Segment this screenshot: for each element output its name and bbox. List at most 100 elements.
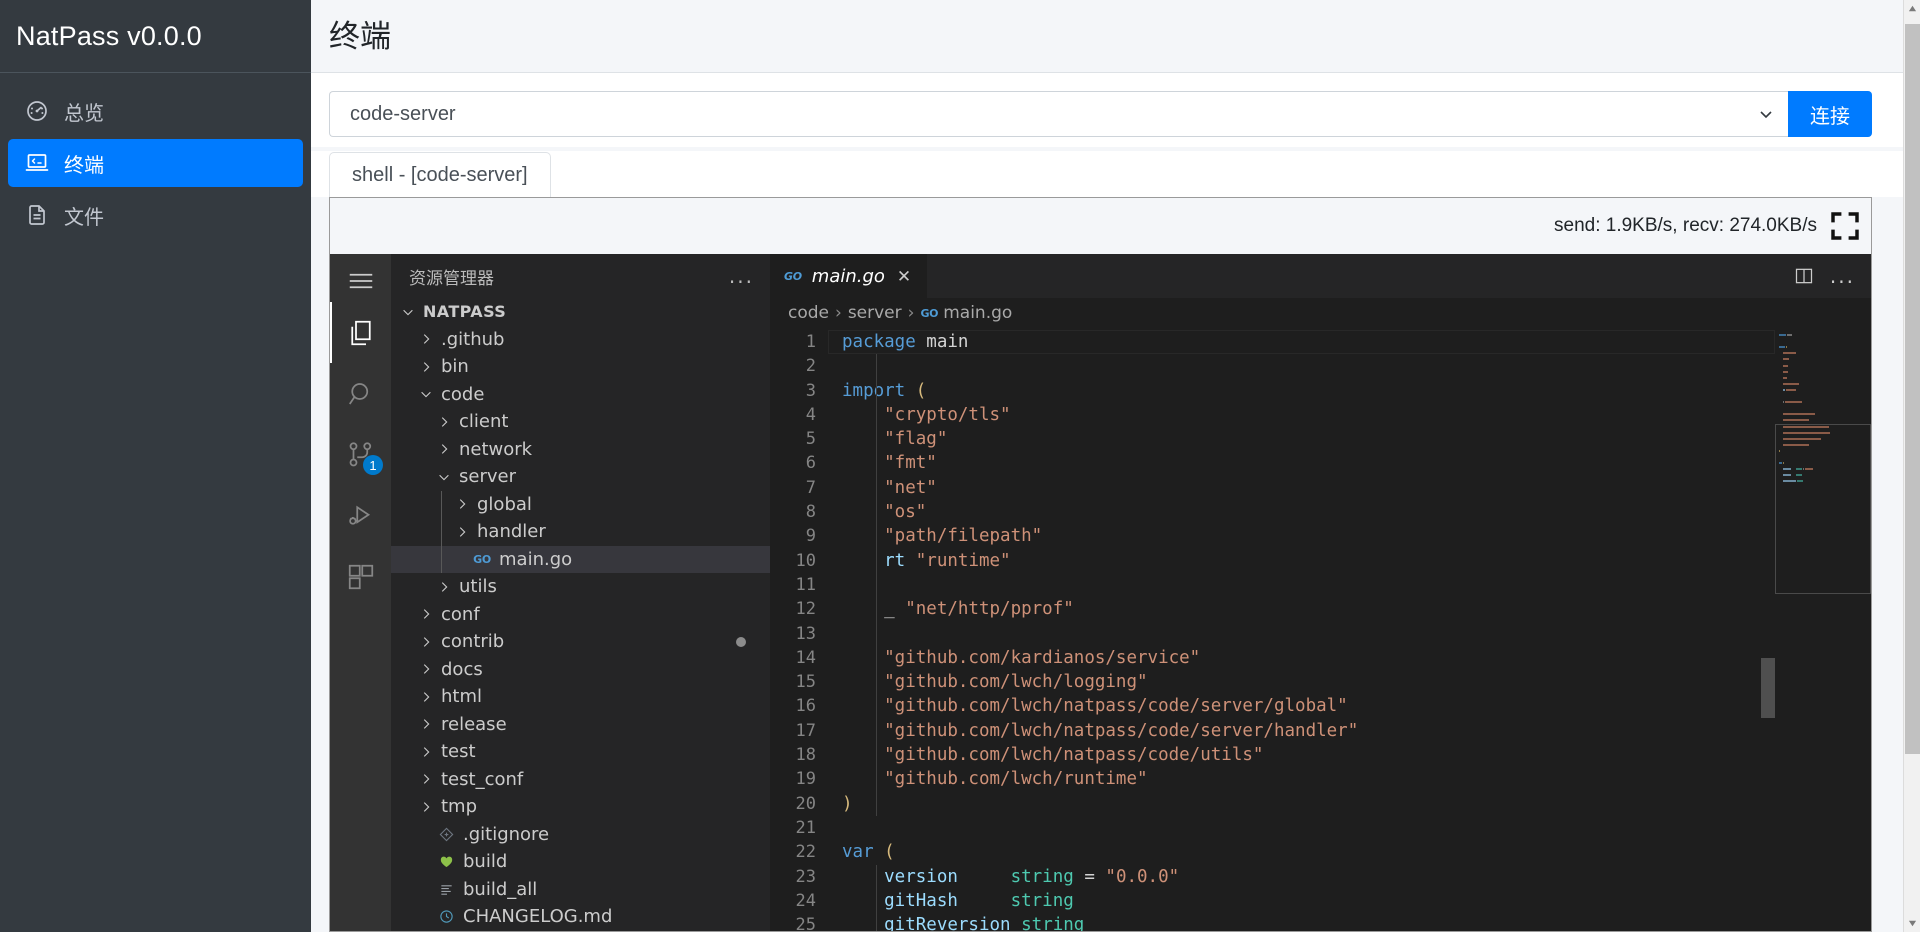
split-editor-icon[interactable] [1794, 266, 1814, 286]
tree-folder[interactable]: docs [391, 656, 770, 684]
code-token: "github.com/lwch/natpass/code/server/han… [842, 721, 1358, 741]
code-token: ( [884, 842, 895, 862]
chevron-right-icon[interactable] [417, 330, 435, 348]
tree-folder[interactable]: html [391, 683, 770, 711]
code-token: ( [916, 381, 927, 401]
target-select[interactable]: code-server [329, 91, 1788, 137]
chevron-right-icon[interactable] [417, 660, 435, 678]
line-number: 11 [770, 573, 816, 597]
extensions-icon[interactable] [330, 546, 391, 607]
scroll-up-arrow[interactable] [1904, 0, 1920, 17]
tree-root-folder[interactable]: NATPASS [391, 298, 770, 326]
line-number-gutter: 1234567891011121314151617181920212223242… [770, 328, 828, 931]
chevron-right-icon[interactable] [417, 798, 435, 816]
chevron-right-icon[interactable] [417, 743, 435, 761]
editor-minimap[interactable] [1775, 328, 1871, 931]
explorer-icon[interactable] [330, 302, 391, 363]
fullscreen-icon[interactable] [1829, 210, 1861, 242]
scroll-down-arrow[interactable] [1904, 915, 1920, 932]
editor-scrollbar-thumb[interactable] [1761, 658, 1775, 718]
run-debug-icon[interactable] [330, 485, 391, 546]
tree-folder[interactable]: server [391, 463, 770, 491]
code-viewport[interactable]: package main import ( "crypto/tls" "flag… [828, 328, 1775, 931]
tree-folder[interactable]: code [391, 381, 770, 409]
chevron-right-icon[interactable] [417, 770, 435, 788]
tree-folder[interactable]: bin [391, 353, 770, 381]
editor-tab-main-go[interactable]: GO main.go ✕ [770, 254, 927, 298]
minimap-line [1783, 462, 1784, 464]
tree-file[interactable]: GOmain.go [391, 546, 770, 574]
breadcrumb-item[interactable]: GOmain.go [920, 303, 1012, 323]
page-title: 终端 [329, 16, 1896, 58]
explorer-header: 资源管理器 ... [391, 254, 770, 298]
minimap-line [1783, 426, 1829, 428]
tree-file[interactable]: CHANGELOG.md [391, 903, 770, 931]
minimap-line [1783, 419, 1809, 421]
tree-file[interactable]: .gitignore [391, 821, 770, 849]
terminal-panel: send: 1.9KB/s, recv: 274.0KB/s [329, 197, 1872, 932]
connection-bar: code-server 连接 [311, 73, 1920, 147]
minimap-line [1783, 377, 1787, 379]
breadcrumb-item[interactable]: server [848, 303, 902, 323]
code-line: "fmt" [842, 451, 1775, 475]
breadcrumb-separator: › [835, 303, 842, 323]
chevron-right-icon[interactable] [417, 633, 435, 651]
page-scrollbar[interactable] [1903, 0, 1920, 932]
line-number: 8 [770, 500, 816, 524]
tree-folder[interactable]: handler [391, 518, 770, 546]
chevron-right-icon[interactable] [435, 413, 453, 431]
tree-folder[interactable]: global [391, 491, 770, 519]
tree-folder[interactable]: release [391, 711, 770, 739]
minimap-slider[interactable] [1775, 424, 1871, 594]
close-icon[interactable]: ✕ [895, 267, 913, 287]
tree-folder[interactable]: test_conf [391, 766, 770, 794]
minimap-line [1783, 389, 1785, 391]
minimap-line [1779, 462, 1782, 464]
tree-file[interactable]: build_all [391, 876, 770, 904]
chevron-right-icon[interactable] [435, 578, 453, 596]
file-type-icon: GO [471, 553, 493, 566]
code-line: "github.com/lwch/logging" [842, 670, 1775, 694]
line-number: 2 [770, 354, 816, 378]
more-actions-icon[interactable]: ... [1830, 264, 1855, 288]
line-number: 24 [770, 889, 816, 913]
hamburger-icon[interactable] [330, 260, 391, 302]
no-twisty [453, 550, 471, 568]
code-line: "github.com/kardianos/service" [842, 646, 1775, 670]
chevron-down-icon[interactable] [417, 385, 435, 403]
tree-folder[interactable]: tmp [391, 793, 770, 821]
breadcrumb-item[interactable]: code [788, 303, 829, 323]
explorer-more-icon[interactable]: ... [729, 264, 754, 288]
breadcrumb-label: main.go [943, 303, 1012, 323]
sidebar-item-files[interactable]: 文件 [8, 191, 303, 239]
chevron-right-icon[interactable] [417, 358, 435, 376]
tree-folder[interactable]: contrib [391, 628, 770, 656]
chevron-right-icon[interactable] [417, 688, 435, 706]
connect-button[interactable]: 连接 [1788, 91, 1872, 137]
source-control-icon[interactable]: 1 [330, 424, 391, 485]
chevron-right-icon[interactable] [453, 523, 471, 541]
sidebar-item-terminal[interactable]: 终端 [8, 139, 303, 187]
search-icon[interactable] [330, 363, 391, 424]
tree-folder[interactable]: client [391, 408, 770, 436]
tree-file[interactable]: build [391, 848, 770, 876]
chevron-right-icon[interactable] [417, 715, 435, 733]
chevron-right-icon[interactable] [435, 440, 453, 458]
target-select-value: code-server [330, 103, 456, 126]
vscode-embed: 1 资源管理器 . [330, 254, 1871, 931]
tree-folder[interactable]: conf [391, 601, 770, 629]
tree-folder[interactable]: network [391, 436, 770, 464]
tree-folder[interactable]: .github [391, 326, 770, 354]
minimap-line [1783, 358, 1789, 360]
chevron-down-icon[interactable] [399, 303, 417, 321]
chevron-right-icon[interactable] [417, 605, 435, 623]
chevron-down-icon[interactable] [435, 468, 453, 486]
session-tab[interactable]: shell - [code-server] [329, 152, 551, 197]
sidebar-item-overview[interactable]: 总览 [8, 87, 303, 135]
tree-folder[interactable]: utils [391, 573, 770, 601]
tree-item-label: network [453, 439, 532, 460]
chevron-right-icon[interactable] [453, 495, 471, 513]
code-token: "github.com/kardianos/service" [842, 648, 1200, 668]
tree-folder[interactable]: test [391, 738, 770, 766]
page-scrollbar-thumb[interactable] [1905, 24, 1920, 754]
